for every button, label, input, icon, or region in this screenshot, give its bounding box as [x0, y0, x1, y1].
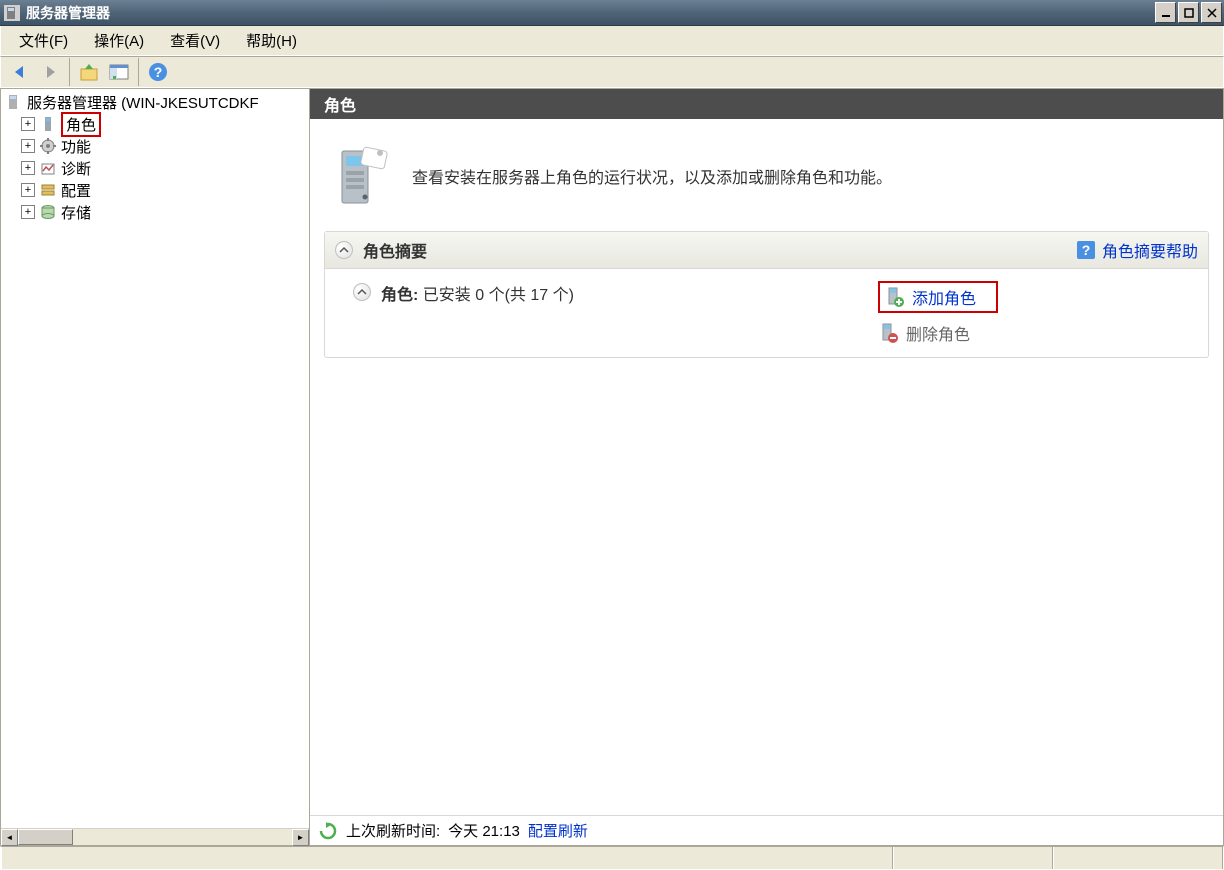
toolbar: ?: [0, 56, 1224, 88]
detail-pane: 角色 查看安装在服务器上角色的运行状况，以及添加或删除角色和功: [310, 89, 1223, 845]
tree-hscrollbar[interactable]: ◄ ►: [1, 828, 309, 845]
section-body: 角色: 已安装 0 个(共 17 个) 添加角色: [325, 269, 1208, 357]
add-role-link[interactable]: 添加角色: [878, 281, 998, 313]
tree-item-label: 配置: [61, 180, 91, 201]
role-stat-value: 已安装 0 个(共 17 个): [423, 287, 574, 304]
maximize-button[interactable]: [1178, 2, 1199, 23]
scroll-thumb[interactable]: [18, 829, 73, 845]
server-tower-icon: [324, 141, 394, 211]
collapse-icon[interactable]: [353, 283, 371, 301]
expander-icon[interactable]: +: [21, 205, 35, 219]
section-title: 角色摘要: [363, 238, 1076, 262]
menu-view[interactable]: 查看(V): [160, 26, 230, 55]
summary-help-link[interactable]: ? 角色摘要帮助: [1076, 238, 1198, 262]
status-cell: [1053, 847, 1223, 869]
tree-item-label: 角色: [61, 112, 101, 137]
features-icon: [39, 137, 57, 155]
expander-icon[interactable]: +: [21, 117, 35, 131]
footer-time: 今天 21:13: [448, 820, 520, 841]
tree-root-label: 服务器管理器 (WIN-JKESUTCDKF: [27, 92, 259, 113]
intro-text: 查看安装在服务器上角色的运行状况，以及添加或删除角色和功能。: [412, 164, 892, 188]
tree-item-features[interactable]: + 功能: [3, 135, 307, 157]
role-label: 角色:: [381, 287, 418, 304]
svg-text:?: ?: [1082, 242, 1091, 258]
diagnostics-icon: [39, 159, 57, 177]
help-icon: ?: [1076, 240, 1096, 260]
expander-icon[interactable]: +: [21, 183, 35, 197]
server-manager-icon: [5, 93, 23, 111]
storage-icon: [39, 203, 57, 221]
tree-item-roles[interactable]: + 角色: [3, 113, 307, 135]
tree-root[interactable]: 服务器管理器 (WIN-JKESUTCDKF: [3, 91, 307, 113]
minimize-button[interactable]: [1155, 2, 1176, 23]
role-summary-section: 角色摘要 ? 角色摘要帮助 角色:: [324, 231, 1209, 358]
app-icon: [4, 5, 20, 21]
status-cell: [1, 847, 893, 869]
add-role-icon: [884, 287, 904, 307]
titlebar: 服务器管理器: [0, 0, 1224, 26]
role-stat: 角色: 已安装 0 个(共 17 个): [381, 281, 574, 305]
back-button[interactable]: [5, 58, 35, 86]
detail-body: 查看安装在服务器上角色的运行状况，以及添加或删除角色和功能。 角色摘要 ? 角色…: [310, 119, 1223, 815]
menu-file[interactable]: 文件(F): [9, 26, 78, 55]
tree-pane: 服务器管理器 (WIN-JKESUTCDKF + 角色 + 功能 +: [1, 89, 310, 845]
expander-icon[interactable]: +: [21, 161, 35, 175]
toolbar-separator: [69, 58, 70, 86]
tree-item-configuration[interactable]: + 配置: [3, 179, 307, 201]
add-role-label: 添加角色: [912, 285, 976, 309]
scroll-right-button[interactable]: ►: [292, 829, 309, 846]
help-button[interactable]: ?: [143, 58, 173, 86]
roles-icon: [39, 115, 57, 133]
close-button[interactable]: [1201, 2, 1222, 23]
section-header: 角色摘要 ? 角色摘要帮助: [325, 232, 1208, 269]
collapse-icon[interactable]: [335, 241, 353, 259]
tree-item-label: 存储: [61, 202, 91, 223]
expander-icon[interactable]: +: [21, 139, 35, 153]
scroll-track[interactable]: [18, 829, 292, 845]
summary-help-label: 角色摘要帮助: [1102, 238, 1198, 262]
remove-role-label: 删除角色: [906, 321, 970, 345]
refresh-icon: [318, 821, 338, 841]
scroll-left-button[interactable]: ◄: [1, 829, 18, 846]
detail-header-title: 角色: [324, 92, 356, 116]
main-content: 服务器管理器 (WIN-JKESUTCDKF + 角色 + 功能 +: [0, 88, 1224, 846]
refresh-config-link[interactable]: 配置刷新: [528, 820, 588, 841]
remove-role-icon: [878, 323, 898, 343]
up-folder-button[interactable]: [74, 58, 104, 86]
menu-help[interactable]: 帮助(H): [236, 26, 307, 55]
forward-button[interactable]: [35, 58, 65, 86]
configuration-icon: [39, 181, 57, 199]
detail-header: 角色: [310, 89, 1223, 119]
menu-action[interactable]: 操作(A): [84, 26, 154, 55]
remove-role-link[interactable]: 删除角色: [878, 321, 1198, 345]
tree-item-storage[interactable]: + 存储: [3, 201, 307, 223]
menubar: 文件(F) 操作(A) 查看(V) 帮助(H): [0, 26, 1224, 56]
status-cell: [893, 847, 1053, 869]
toolbar-separator: [138, 58, 139, 86]
window-title: 服务器管理器: [26, 3, 1155, 23]
tree-item-diagnostics[interactable]: + 诊断: [3, 157, 307, 179]
footer-label: 上次刷新时间:: [346, 820, 440, 841]
tree-item-label: 功能: [61, 136, 91, 157]
tree-item-label: 诊断: [61, 158, 91, 179]
detail-footer: 上次刷新时间: 今天 21:13 配置刷新: [310, 815, 1223, 845]
tree[interactable]: 服务器管理器 (WIN-JKESUTCDKF + 角色 + 功能 +: [1, 89, 309, 828]
svg-text:?: ?: [154, 64, 163, 80]
show-hide-tree-button[interactable]: [104, 58, 134, 86]
intro-block: 查看安装在服务器上角色的运行状况，以及添加或删除角色和功能。: [316, 125, 1217, 227]
